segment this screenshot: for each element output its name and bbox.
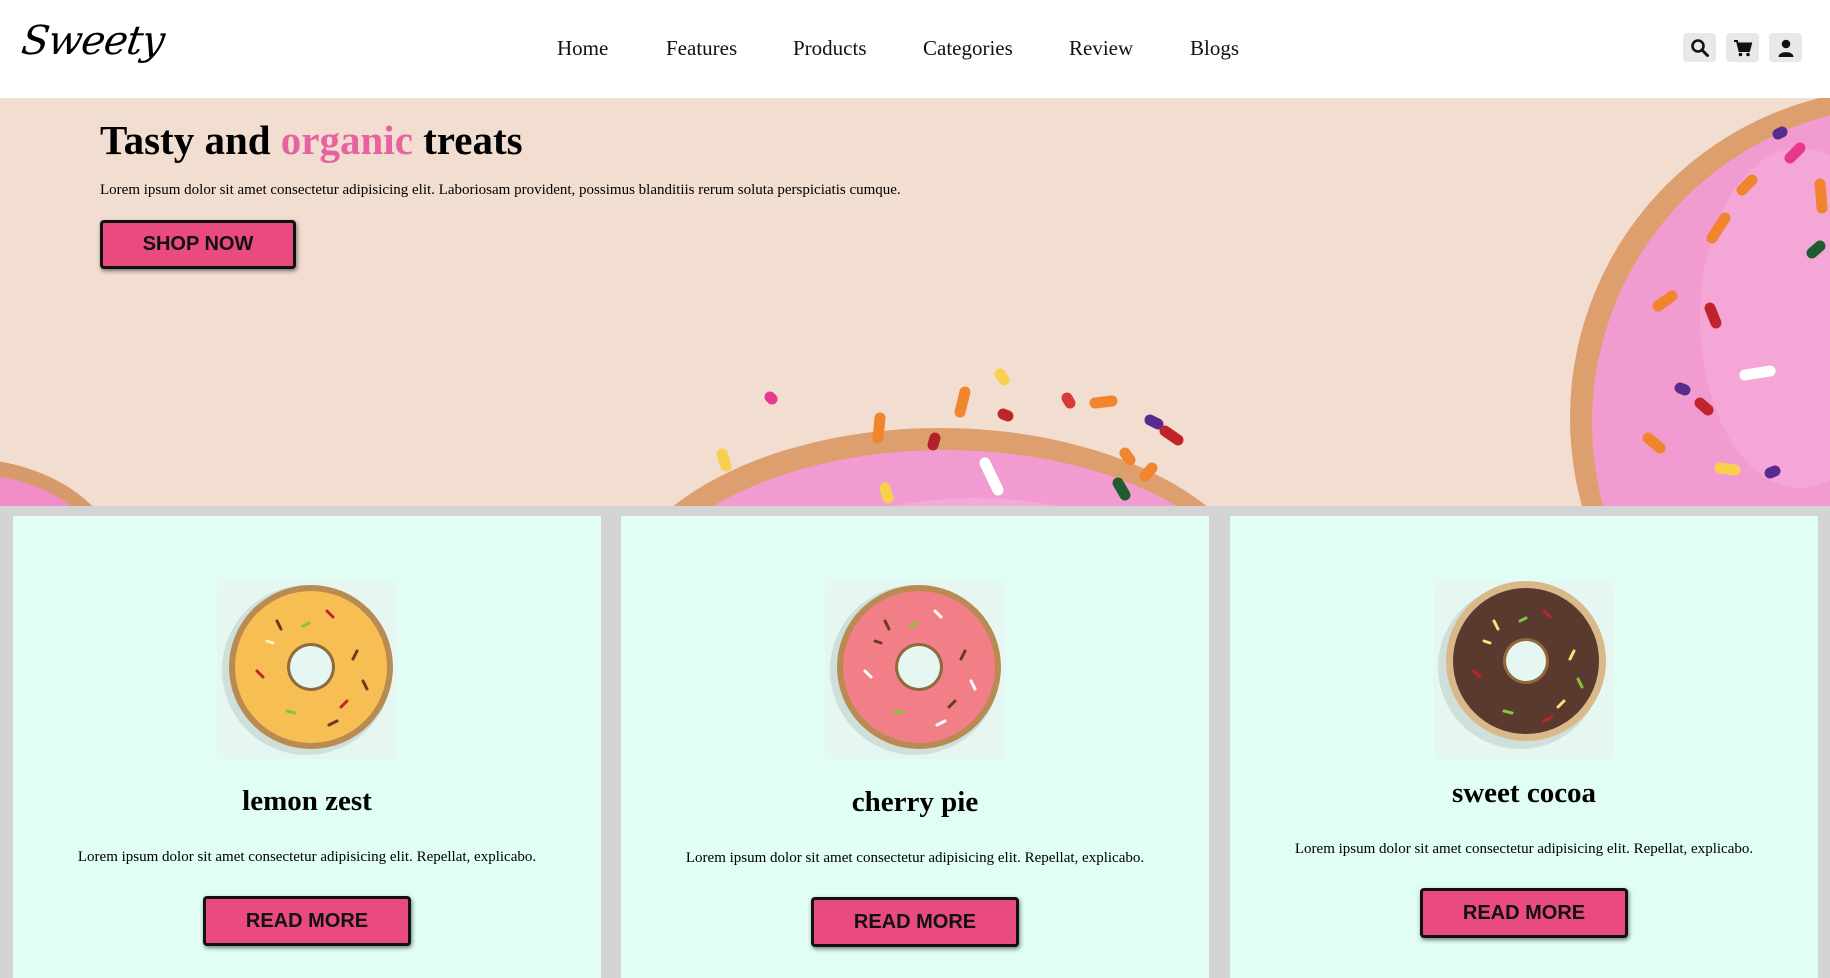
search-button[interactable] [1683, 33, 1716, 62]
cart-icon [1733, 39, 1752, 56]
donut-image [825, 581, 1005, 759]
search-icon [1690, 38, 1709, 57]
card-description: Lorem ipsum dolor sit amet consectetur a… [1294, 841, 1754, 857]
user-icon [1778, 39, 1793, 57]
card-description: Lorem ipsum dolor sit amet consectetur a… [77, 849, 537, 865]
card-title: cherry pie [851, 786, 979, 818]
hero-section: Tasty and organic treats Lorem ipsum dol… [0, 98, 1830, 506]
read-more-button[interactable]: READ MORE [203, 896, 411, 946]
donut-image [217, 581, 397, 759]
main-nav: Home Features Products Categories Review… [0, 36, 1830, 66]
nav-blogs[interactable]: Blogs [1190, 36, 1239, 61]
read-more-button[interactable]: READ MORE [811, 897, 1019, 947]
nav-products[interactable]: Products [793, 36, 867, 61]
hero-title-accent: organic [280, 117, 413, 163]
hero-title: Tasty and organic treats [100, 117, 523, 163]
card-title: lemon zest [242, 785, 372, 817]
header-icons [1683, 33, 1802, 62]
nav-home[interactable]: Home [557, 36, 608, 61]
cart-button[interactable] [1726, 33, 1759, 62]
shop-now-button[interactable]: SHOP NOW [100, 220, 296, 269]
card-description: Lorem ipsum dolor sit amet consectetur a… [685, 850, 1145, 866]
nav-review[interactable]: Review [1069, 36, 1133, 61]
card-title: sweet cocoa [1451, 777, 1597, 809]
nav-features[interactable]: Features [666, 36, 737, 61]
site-header: Sweety Home Features Products Categories… [0, 0, 1830, 98]
product-card-sweet-cocoa: sweet cocoa Lorem ipsum dolor sit amet c… [1230, 516, 1818, 978]
user-button[interactable] [1769, 33, 1802, 62]
read-more-button[interactable]: READ MORE [1420, 888, 1628, 938]
product-card-cherry-pie: cherry pie Lorem ipsum dolor sit amet co… [621, 516, 1209, 978]
hero-description: Lorem ipsum dolor sit amet consectetur a… [100, 182, 901, 198]
donut-image [1434, 581, 1614, 759]
product-card-lemon-zest: lemon zest Lorem ipsum dolor sit amet co… [13, 516, 601, 978]
nav-categories[interactable]: Categories [923, 36, 1013, 61]
